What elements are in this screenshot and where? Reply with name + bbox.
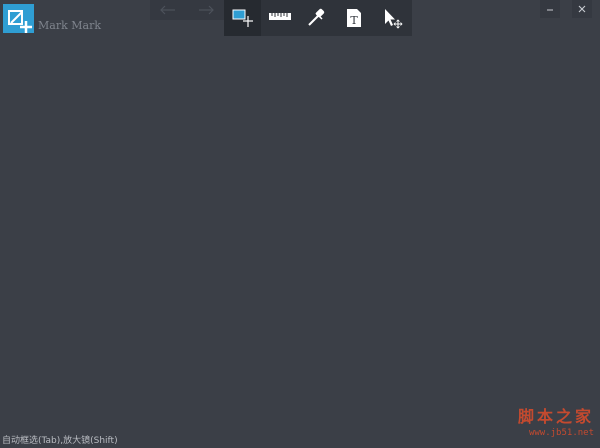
app-title: Mark Mark xyxy=(38,19,101,32)
ruler-tool-button[interactable] xyxy=(261,0,298,36)
cursor-move-icon xyxy=(385,9,403,29)
close-button[interactable] xyxy=(572,0,592,18)
svg-text:T: T xyxy=(350,14,358,27)
area-select-tool-button[interactable] xyxy=(224,0,261,36)
watermark-main-text: 脚本之家 xyxy=(517,407,594,426)
undo-arrow-icon xyxy=(160,5,175,15)
color-picker-tool-button[interactable] xyxy=(298,0,335,36)
watermark-logo: 脚本之家 www.jb51.net xyxy=(494,403,594,443)
rect-select-plus-icon xyxy=(232,9,253,27)
eyedropper-icon xyxy=(308,8,325,26)
minimize-button[interactable] xyxy=(540,0,560,18)
redo-button[interactable] xyxy=(187,0,224,20)
tool-bar: T xyxy=(224,0,412,36)
title-bar: Mark Mark T xyxy=(0,0,600,36)
text-tool-button[interactable]: T xyxy=(335,0,372,36)
capture-canvas[interactable] xyxy=(0,36,600,431)
ruler-icon xyxy=(269,13,291,20)
close-icon xyxy=(578,5,586,13)
status-hint-text: 自动框选(Tab),放大镜(Shift) xyxy=(2,436,118,446)
minimize-icon xyxy=(547,9,553,11)
redo-arrow-icon xyxy=(199,5,214,15)
text-tool-icon: T xyxy=(347,9,361,27)
app-logo-icon xyxy=(3,4,34,33)
undo-button[interactable] xyxy=(150,0,187,20)
app-window: Mark Mark T 自动框选(Tab),放大镜(Shift) 脚本之家 ww… xyxy=(0,0,600,448)
watermark-url-text: www.jb51.net xyxy=(528,428,594,438)
move-tool-button[interactable] xyxy=(372,0,409,36)
history-controls xyxy=(150,0,224,20)
